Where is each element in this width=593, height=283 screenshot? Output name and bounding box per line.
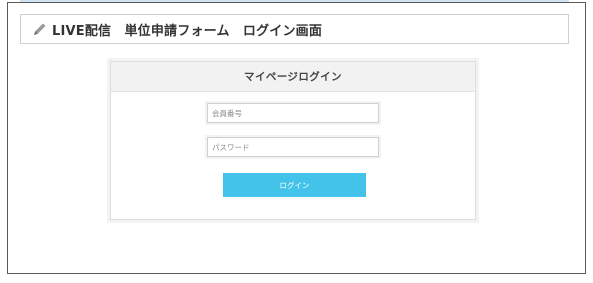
login-card-title: マイページログイン	[111, 62, 475, 92]
login-card: マイページログイン ログイン	[107, 58, 479, 223]
page-header: LIVE配信 単位申請フォーム ログイン画面	[20, 14, 569, 44]
page-title: LIVE配信 単位申請フォーム ログイン画面	[52, 24, 323, 39]
pencil-icon	[34, 23, 46, 35]
member-number-field[interactable]	[205, 101, 381, 125]
password-field[interactable]	[205, 135, 381, 159]
login-button[interactable]: ログイン	[223, 173, 366, 197]
login-card-body: マイページログイン ログイン	[110, 61, 476, 220]
